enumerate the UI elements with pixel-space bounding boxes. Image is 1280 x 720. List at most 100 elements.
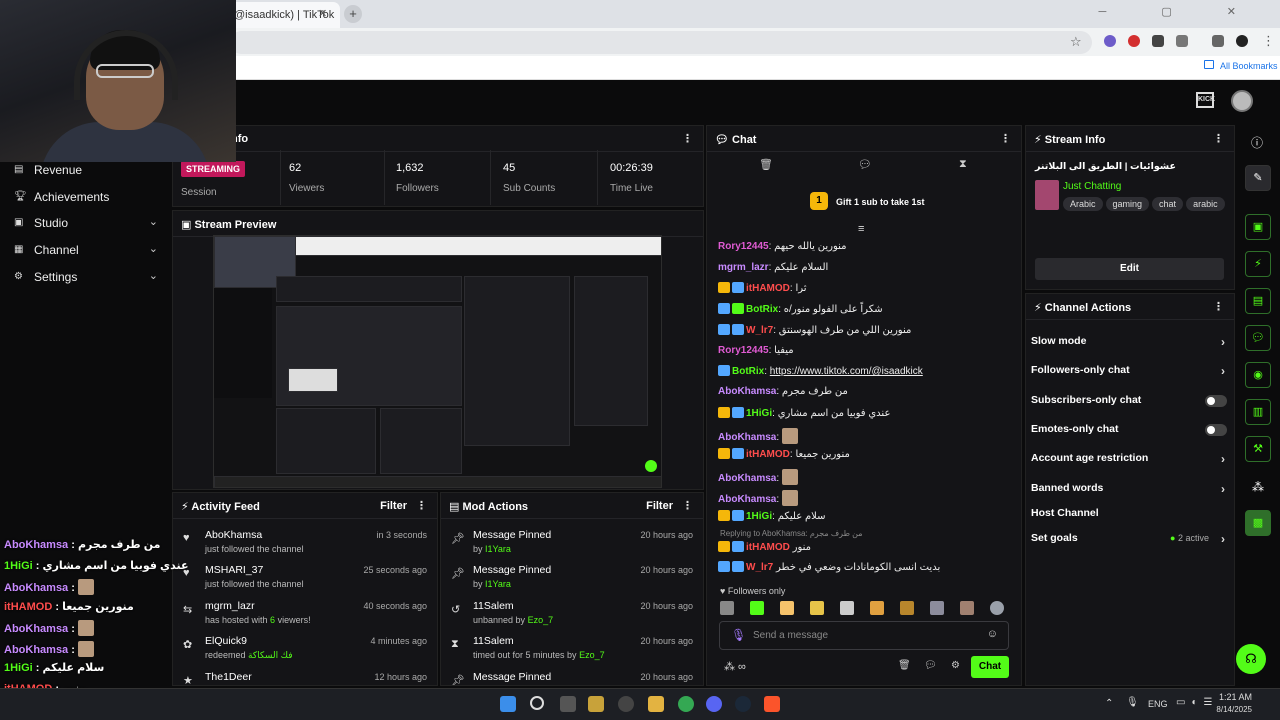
rail-bolt-icon[interactable]: ⚡︎ (1245, 251, 1271, 277)
category-name[interactable]: Just Chatting (1063, 181, 1121, 192)
timer-icon[interactable]: ⧗ (959, 158, 967, 171)
activity-row[interactable]: ⇆ mgrm_lazr has hosted with 6 viewers! 40 s… (173, 600, 437, 636)
rail-app-icon[interactable]: ▩ (1245, 510, 1271, 536)
chat-username[interactable]: BotRix (746, 304, 778, 315)
clock-time[interactable]: 1:21 AM (1214, 692, 1252, 702)
discord-icon[interactable] (706, 696, 722, 712)
media-icon[interactable] (1212, 35, 1224, 47)
more-options-icon[interactable]: ⋮ (1213, 132, 1224, 145)
gift-banner[interactable]: Gift 1 sub to take 1st (836, 197, 925, 207)
kick-logo[interactable]: KICK (1196, 92, 1215, 108)
chat-username[interactable]: itHAMOD (746, 283, 790, 294)
activity-filter-button[interactable]: Filter (380, 500, 407, 512)
start-icon[interactable] (500, 696, 516, 712)
send-chat-button[interactable]: Chat (971, 656, 1009, 678)
chat-username[interactable]: AboKhamsa (718, 432, 776, 443)
chat-message[interactable]: W_lr7: منورين اللي من طرف الهوسنتق (718, 324, 911, 340)
tag[interactable]: chat (1152, 197, 1184, 211)
task-view-icon[interactable] (560, 696, 576, 712)
mod-action-row[interactable]: 📌︎ Message Pinned by I1Yara 20 hours ago (441, 564, 703, 600)
edit-button[interactable]: Edit (1035, 258, 1224, 280)
file-explorer-icon[interactable] (588, 696, 604, 712)
chat-message[interactable]: itHAMOD: منورين جميعا (718, 448, 850, 464)
delete-icon[interactable]: 🗑︎ (898, 660, 911, 671)
chat-message[interactable]: mgrm_lazr: السلام عليكم (718, 262, 828, 278)
rail-list-icon[interactable]: ▤ (1245, 288, 1271, 314)
new-tab-button[interactable]: + (344, 5, 362, 23)
chat-message[interactable]: BotRix: https://www.tiktok.com/@isaadkic… (718, 365, 923, 381)
steam-icon[interactable] (735, 696, 751, 712)
emotes-only-toggle[interactable] (1205, 424, 1227, 436)
window-controls[interactable]: ─ ▢ ✕ (1098, 5, 1262, 18)
tag[interactable]: Arabic (1063, 197, 1103, 211)
search-icon[interactable] (530, 696, 544, 710)
stream-preview-video[interactable] (213, 235, 662, 488)
brave-icon[interactable] (764, 696, 780, 712)
chat-message[interactable]: Rory12445: منورين يالله حيهم (718, 241, 847, 257)
all-bookmarks-link[interactable]: All Bookmarks (1220, 61, 1278, 71)
tag[interactable]: arabic (1186, 197, 1225, 211)
rail-mod-icon[interactable]: ▥ (1245, 399, 1271, 425)
chat-message[interactable]: BotRix: شكراً على الفولو منور/ه (718, 303, 883, 319)
user-avatar[interactable] (1231, 90, 1253, 112)
chat-message[interactable]: 1HiGi: عندي فوبيا من اسم مشاري (718, 407, 890, 423)
mod-action-row[interactable]: 📌︎ Message Pinned 20 hours ago (441, 671, 703, 685)
tab-close-icon[interactable]: ✕ (318, 7, 327, 20)
tag[interactable]: gaming (1105, 197, 1150, 211)
kick-points-icon[interactable]: ⁂ ∞ (724, 660, 746, 673)
trash-icon[interactable]: 🗑︎ (759, 158, 773, 171)
action-slow-mode[interactable]: Slow mode › (1031, 335, 1227, 357)
chat-username[interactable]: AboKhamsa (718, 494, 776, 505)
chat-message[interactable]: AboKhamsa: من طرف مجرم (718, 386, 848, 402)
more-options-icon[interactable]: ⋮ (416, 499, 427, 512)
profile-icon[interactable] (1236, 35, 1248, 47)
chat-username[interactable]: Rory12445 (718, 241, 769, 252)
chat-message[interactable]: AboKhamsa: (718, 428, 798, 444)
info-icon[interactable]: ⓘ (1251, 134, 1263, 151)
extensions-puzzle-icon[interactable] (1176, 35, 1188, 47)
chat-message[interactable]: AboKhamsa: (718, 490, 798, 506)
chat-username[interactable]: mgrm_lazr (718, 262, 769, 273)
chat-message[interactable]: AboKhamsa: (718, 469, 798, 485)
chat-icon[interactable]: 💬︎ (858, 158, 872, 171)
mod-action-row[interactable]: 📌︎ Message Pinned by I1Yara 20 hours ago (441, 529, 703, 565)
chat-username[interactable]: 1HiGi (746, 408, 772, 419)
chat-mode-icon[interactable]: 💬︎ (924, 660, 937, 671)
mod-action-row[interactable]: ↺ 11Salem unbanned by Ezo_7 20 hours ago (441, 600, 703, 636)
category-thumbnail[interactable] (1035, 180, 1059, 210)
more-options-icon[interactable]: ⋮ (1000, 132, 1011, 145)
chat-username[interactable]: 1HiGi (746, 511, 772, 522)
url-input[interactable] (230, 31, 1092, 54)
help-headset-icon[interactable]: ☊ (1236, 644, 1266, 674)
menu-kebab-icon[interactable]: ⋮ (1262, 33, 1275, 49)
tray-chevron-icon[interactable]: ⌃ (1105, 698, 1113, 709)
obs-icon[interactable] (618, 696, 634, 712)
action-emotes-only[interactable]: Emotes-only chat (1031, 423, 1227, 445)
emoji-icon[interactable]: ☺ (987, 628, 998, 640)
sidebar-item-channel[interactable]: ▦ Channel ⌄ (14, 241, 164, 263)
activity-row[interactable]: ♥ AboKhamsa just followed the channel in 3 … (173, 529, 437, 565)
chat-input[interactable]: 🎙︎ Send a message ☺ (719, 621, 1009, 650)
clock-date[interactable]: 8/14/2025 (1210, 705, 1252, 714)
chat-message[interactable]: W_lr7 بديت انسى الكومانادات وضعي في خطر (718, 561, 940, 577)
more-options-icon[interactable]: ⋮ (1213, 300, 1224, 313)
sidebar-item-studio[interactable]: ▣ Studio ⌄ (14, 214, 164, 236)
rail-widget-icon[interactable]: ▣ (1245, 214, 1271, 240)
action-subscribers-only[interactable]: Subscribers-only chat (1031, 394, 1227, 416)
chat-message[interactable]: itHAMOD: ثرا (718, 282, 807, 298)
chat-username[interactable]: itHAMOD (746, 449, 790, 460)
action-banned-words[interactable]: Banned words › (1031, 482, 1227, 504)
rail-chat-icon[interactable]: 💬︎ (1245, 325, 1271, 351)
chat-message[interactable]: itHAMOD منور (718, 541, 811, 557)
mod-action-row[interactable]: ⧗ 11Salem timed out for 5 minutes by Ezo_7… (441, 635, 703, 671)
chat-message[interactable]: 1HiGi: سلام عليكم (718, 510, 825, 526)
chat-username[interactable]: Rory12445 (718, 345, 769, 356)
collapse-icon[interactable]: ≡ (858, 223, 864, 235)
chat-username[interactable]: BotRix (732, 366, 764, 377)
activity-row[interactable]: ♥ MSHARI_37 just followed the channel 25 se… (173, 564, 437, 600)
action-set-goals[interactable]: Set goals ● 2 active › (1031, 532, 1227, 554)
extension-box-icon[interactable] (1152, 35, 1164, 47)
chat-link[interactable]: https://www.tiktok.com/@isaadkick (770, 366, 923, 377)
mic-icon[interactable]: 🎙︎ (731, 628, 746, 642)
bookmark-star-icon[interactable]: ☆ (1070, 34, 1082, 50)
